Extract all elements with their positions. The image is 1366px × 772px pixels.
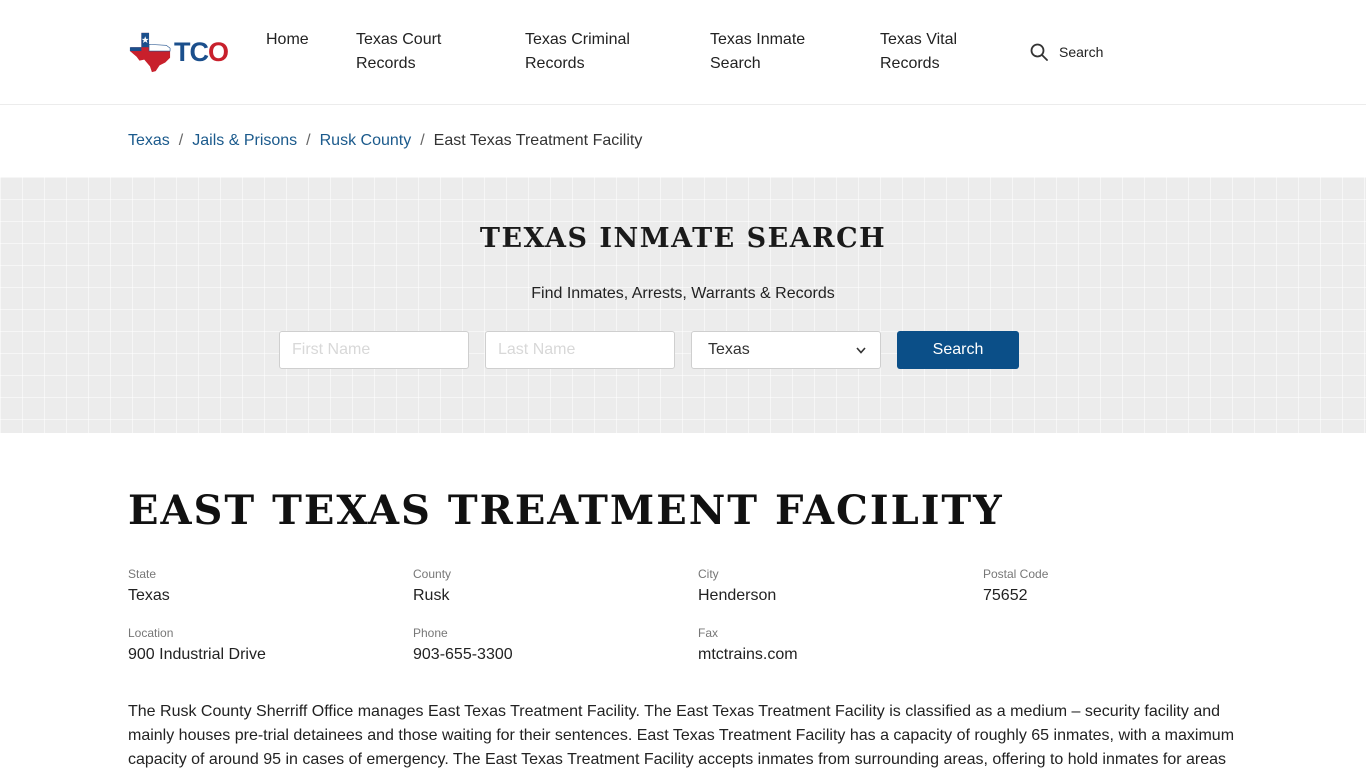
field-state: State Texas [128, 567, 398, 606]
field-value: mtctrains.com [698, 646, 798, 663]
field-label: Phone [413, 626, 448, 640]
texas-flag-map-icon [129, 32, 171, 73]
field-label: Postal Code [983, 567, 1049, 581]
field-value: Rusk [413, 587, 450, 604]
search-submit-button[interactable]: Search [897, 331, 1019, 369]
nav-texas-court-records[interactable]: Texas Court Records [356, 28, 476, 76]
field-phone: Phone 903-655-3300 [413, 626, 683, 665]
header-search-label: Search [1059, 44, 1104, 60]
state-select-value: Texas [708, 341, 750, 358]
search-panel-subtitle: Find Inmates, Arrests, Warrants & Record… [531, 285, 835, 302]
breadcrumb-separator: / [420, 132, 425, 149]
inmate-search-panel: TEXAS INMATE SEARCH Find Inmates, Arrest… [0, 177, 1366, 433]
nav-home[interactable]: Home [266, 28, 336, 52]
facility-description: The Rusk County Sherriff Office manages … [128, 703, 1235, 768]
breadcrumb: Texas / Jails & Prisons / Rusk County / … [128, 130, 642, 152]
field-label: Fax [698, 626, 719, 640]
field-label: City [698, 567, 719, 581]
breadcrumb-current: East Texas Treatment Facility [433, 132, 643, 149]
field-value: 75652 [983, 587, 1028, 604]
breadcrumb-separator: / [178, 132, 184, 149]
nav-texas-vital-records[interactable]: Texas Vital Records [880, 28, 990, 76]
breadcrumb-separator: / [306, 132, 311, 149]
facility-title: EAST TEXAS TREATMENT FACILITY [128, 487, 1004, 534]
field-fax: Fax mtctrains.com [698, 626, 968, 665]
field-postal-code: Postal Code 75652 [983, 567, 1253, 606]
nav-texas-inmate-search[interactable]: Texas Inmate Search [710, 28, 830, 76]
field-location: Location 900 Industrial Drive [128, 626, 398, 665]
nav-texas-criminal-records[interactable]: Texas Criminal Records [525, 28, 655, 76]
chevron-down-icon [856, 346, 866, 354]
search-icon [1030, 43, 1048, 61]
last-name-input[interactable] [485, 331, 675, 369]
breadcrumb-jails-prisons[interactable]: Jails & Prisons [192, 132, 297, 150]
field-label: Location [128, 626, 174, 640]
header-search-button[interactable]: Search [1030, 40, 1103, 64]
field-label: State [128, 567, 157, 581]
breadcrumb-texas[interactable]: Texas [128, 132, 170, 150]
site-logo[interactable]: TCO [128, 30, 229, 74]
field-value: Henderson [698, 587, 777, 604]
field-city: City Henderson [698, 567, 968, 606]
logo-wordmark: TCO [173, 36, 229, 67]
breadcrumb-rusk-county[interactable]: Rusk County [320, 132, 412, 150]
state-select[interactable]: Texas [691, 331, 881, 369]
field-value: Texas [128, 587, 170, 604]
field-label: County [413, 567, 452, 581]
field-value: 903-655-3300 [413, 646, 513, 663]
first-name-input[interactable] [279, 331, 469, 369]
site-header: TCO Home Texas Court Records Texas Crimi… [0, 0, 1366, 105]
search-panel-title: TEXAS INMATE SEARCH [479, 223, 887, 254]
field-value: 900 Industrial Drive [128, 646, 266, 663]
field-county: County Rusk [413, 567, 683, 606]
